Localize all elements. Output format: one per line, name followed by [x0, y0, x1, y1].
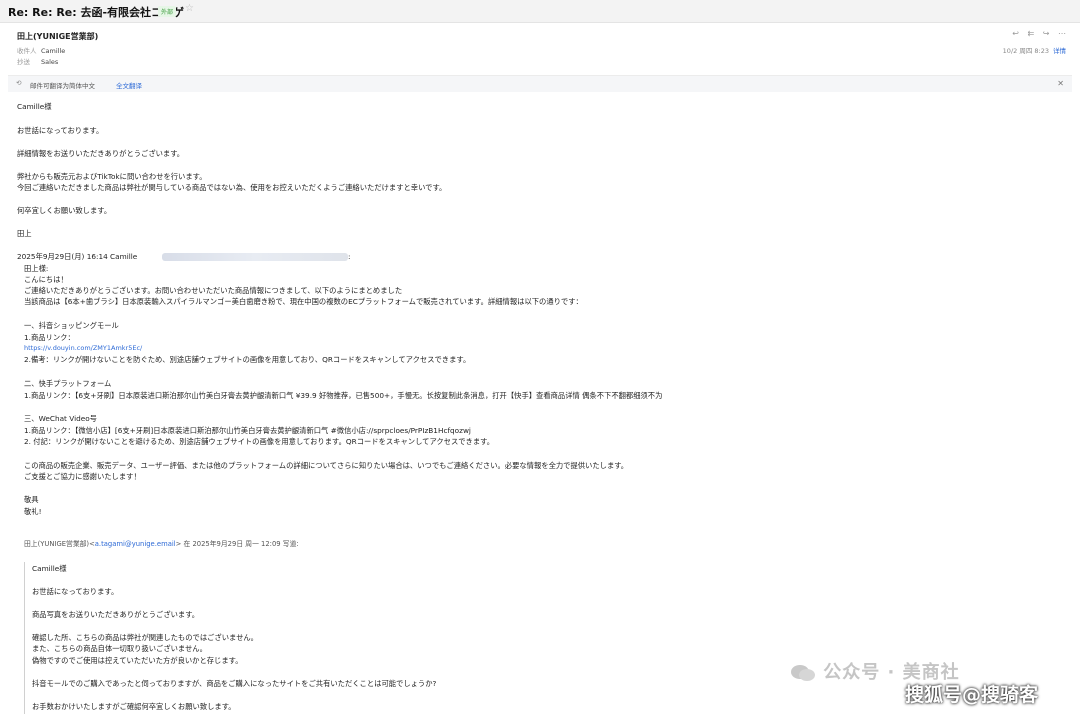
redacted-email: [162, 253, 348, 261]
reply-all-icon[interactable]: ⇇: [1028, 29, 1035, 38]
quote2-email-link[interactable]: a.tagami@yunige.email: [95, 540, 176, 548]
quote-line: 敬具: [24, 495, 39, 504]
quote2-line: お手数おかけいたしますがご確認何卒宜しくお願い致します。: [32, 702, 236, 711]
quote-line: ご支援とご協力に感謝いたします！: [24, 472, 141, 481]
more-icon[interactable]: ⋯: [1058, 29, 1066, 38]
quote2-line: 抖音モールでのご購入であったと伺っておりますが、商品をご購入になったサイトをご共…: [32, 679, 437, 688]
email-header: 田上(YUNIGE営業部) 收件人 Camille 抄送 Sales ↩ ⇇ ↪ ⋯…: [0, 23, 1080, 73]
quote2-line: 商品写真をお送りいただきありがとうございます。: [32, 610, 200, 619]
translate-bar: ⟲ 邮件可翻译为简体中文 全文翻译 ✕: [8, 75, 1072, 93]
datetime-text: 10/2 周四 8:23: [1002, 47, 1049, 55]
quote2-line: また、こちらの商品自体一切取り扱いございません。: [32, 644, 207, 653]
greeting: Camille様: [17, 102, 52, 111]
email-toolbar: ↩ ⇇ ↪ ⋯: [1006, 29, 1066, 38]
quote-line: こんにちは！: [24, 275, 68, 284]
quote-line: 敬礼!: [24, 507, 42, 516]
quote-line: 1.商品リンク：: [24, 333, 75, 342]
star-icon[interactable]: ☆: [185, 3, 194, 14]
quote-line: 田上様:: [24, 264, 49, 273]
quote-line: 三、WeChat Video号: [24, 414, 97, 423]
subject-bar: Re: Re: Re: 去函-有限会社コニゲ 外部 ☆: [0, 0, 1080, 23]
quote-line: 1.商品リンク：【6支+牙刷】日本原装进口斯泊那尔山竹美白牙膏去黄护龈清新口气 …: [24, 391, 663, 400]
body-line: 詳細情報をお送りいただきありがとうございます。: [17, 149, 185, 158]
quote-line: 2. 付記：リンクが開けないことを避けるため、別途店舗ウェブサイトの画像を用意し…: [24, 437, 495, 446]
douyin-link[interactable]: https://v.douyin.com/ZMY1Amkr5Ec/: [24, 343, 142, 354]
quote2-line: お世話になっております。: [32, 587, 119, 596]
quote-line: 2.備考：リンクが開けないことを防ぐため、別途店舗ウェブサイトの画像を用意してお…: [24, 355, 471, 364]
quote2-date: > 在 2025年9月29日 周一 12:09 写道:: [175, 540, 299, 548]
forward-icon[interactable]: ↪: [1043, 29, 1050, 38]
quote-line: 二、快手プラットフォーム: [24, 379, 112, 388]
close-icon[interactable]: ✕: [1057, 79, 1064, 88]
translate-button[interactable]: 全文翻译: [116, 80, 142, 90]
quote-line: 当該商品は【6本+歯ブラシ】日本原装輸入スパイラルマンゴー美白歯磨き粉で、現在中…: [24, 297, 583, 306]
quote2-line: 確認した所、こちらの商品は弊社が関連したものではございません。: [32, 633, 258, 642]
email-datetime: 10/2 周四 8:23 详情: [1003, 45, 1066, 55]
wechat-icon: [791, 665, 815, 681]
body-line: お世話になっております。: [17, 126, 104, 135]
quote-border: [24, 562, 25, 714]
quote-header-tail: :: [348, 252, 351, 261]
email-body: Camille様 お世話になっております。 詳細情報をお送りいただきありがとうご…: [0, 92, 1080, 714]
translate-icon: ⟲: [16, 79, 22, 87]
cc-row: 抄送 Sales: [17, 56, 58, 66]
body-line: 弊社からも販売元およびTikTokに問い合わせを行います。: [17, 172, 207, 181]
body-line: 今回ご連絡いただきました商品は弊社が関与している商品ではない為、使用をお控えいた…: [17, 183, 447, 192]
cc-value[interactable]: Sales: [41, 58, 58, 66]
details-link[interactable]: 详情: [1053, 47, 1066, 55]
quote2-line: 偽物ですのでご使用は控えていただいた方が良いかと存じます。: [32, 656, 243, 665]
watermark-sohu: 搜狐号@搜骑客: [905, 684, 1039, 706]
reply-icon[interactable]: ↩: [1012, 29, 1019, 38]
recipient-row: 收件人 Camille: [17, 45, 65, 55]
external-tag: 外部: [158, 6, 177, 17]
quote-line: 1.商品リンク：【微信小店】[6支+牙刷]日本原装进口斯泊那尔山竹美白牙膏去黄护…: [24, 426, 471, 435]
signature: 田上: [17, 229, 32, 238]
quote-header: 2025年9月29日(月) 16:14 Camille: [17, 252, 138, 261]
quote-line: この商品の販売企業、販売データ、ユーザー評価、または他のプラットフォームの詳細に…: [24, 461, 629, 470]
quote2-sender: 田上(YUNIGE営業部)<: [24, 540, 95, 548]
quote-line: 一、抖音ショッピングモール: [24, 321, 119, 330]
email-window: Re: Re: Re: 去函-有限会社コニゲ 外部 ☆ 田上(YUNIGE営業部…: [0, 0, 1080, 714]
recipient-label: 收件人: [17, 47, 37, 55]
body-line: 何卒宜しくお願い致します。: [17, 206, 112, 215]
quote-line: ご連絡いただきありがとうございます。お問い合わせいただいた商品情報につきまして、…: [24, 286, 403, 295]
cc-label: 抄送: [17, 58, 30, 66]
quote2-line: Camille様: [32, 564, 67, 573]
quote2-header: 田上(YUNIGE営業部)<a.tagami@yunige.email> 在 2…: [24, 539, 299, 550]
sender-name[interactable]: 田上(YUNIGE営業部): [17, 31, 98, 42]
translate-message: 邮件可翻译为简体中文: [30, 82, 95, 90]
recipient-value[interactable]: Camille: [41, 47, 65, 55]
